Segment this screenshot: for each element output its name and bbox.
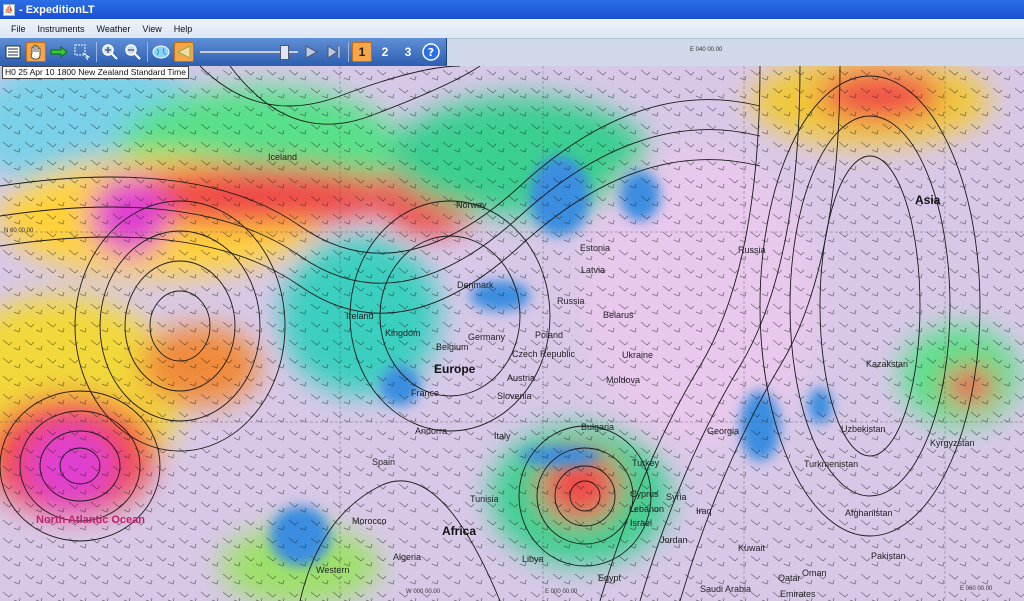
toolbar-separator xyxy=(96,42,97,62)
latitude-label: N 60 00.00 xyxy=(4,228,34,234)
weather-map[interactable] xyxy=(0,66,1024,601)
triangle-icon[interactable] xyxy=(174,42,194,62)
country-label: Morocco xyxy=(352,516,387,526)
country-label: Russia xyxy=(557,296,585,306)
window-title: - ExpeditionLT xyxy=(19,3,95,16)
country-label: Belarus xyxy=(603,310,634,320)
continent-label-africa: Africa xyxy=(442,524,477,538)
country-label: France xyxy=(411,388,440,398)
title-bar: ⛵ - ExpeditionLT xyxy=(0,0,1024,19)
toolbar: 1 2 3 ? xyxy=(0,38,447,67)
country-label: Bulgaria xyxy=(581,422,615,432)
slider-thumb[interactable] xyxy=(280,45,289,60)
country-label: Saudi Arabia xyxy=(700,584,752,594)
country-label: Denmark xyxy=(457,280,494,290)
menu-weather[interactable]: Weather xyxy=(91,24,137,34)
menu-help[interactable]: Help xyxy=(168,24,199,34)
globe-icon[interactable] xyxy=(151,42,171,62)
hand-icon[interactable] xyxy=(26,42,46,62)
longitude-label: E 000 00.00 xyxy=(545,589,578,595)
country-label: Czech Republic xyxy=(512,349,576,359)
arrow-icon[interactable] xyxy=(49,42,69,62)
menu-view[interactable]: View xyxy=(136,24,167,34)
country-label: Iraq xyxy=(696,506,712,516)
country-label: Jordan xyxy=(660,535,688,545)
country-label: Spain xyxy=(372,457,396,467)
zoom-out-icon[interactable] xyxy=(123,42,143,62)
country-label: Georgia xyxy=(707,426,740,436)
country-label: Italy xyxy=(494,431,511,441)
country-label: Qatar xyxy=(778,573,801,583)
menu-bar: File Instruments Weather View Help xyxy=(0,19,1024,39)
app-icon: ⛵ xyxy=(3,3,15,16)
toolbar-separator xyxy=(348,42,349,62)
country-label: Belgium xyxy=(436,342,469,352)
help-icon[interactable]: ? xyxy=(421,42,441,62)
svg-text:?: ? xyxy=(428,46,434,59)
longitude-label: W 000 00.00 xyxy=(406,589,441,595)
country-label: Latvia xyxy=(581,265,606,275)
country-label: Egypt xyxy=(598,573,622,583)
select-icon[interactable] xyxy=(72,42,92,62)
list-icon[interactable] xyxy=(3,42,23,62)
country-label: Iceland xyxy=(268,152,298,162)
country-label: Kuwait xyxy=(738,543,766,553)
continent-label-asia: Asia xyxy=(915,193,941,207)
wind-barbs xyxy=(0,66,1024,601)
country-label: Oman xyxy=(802,568,827,578)
view-2-button[interactable]: 2 xyxy=(375,42,395,62)
country-label: Andorra xyxy=(415,426,448,436)
country-label: Austria xyxy=(507,373,536,383)
longitude-label: E 060 00.00 xyxy=(960,586,993,592)
play-icon[interactable] xyxy=(301,42,321,62)
country-label: Israel xyxy=(630,518,653,528)
country-label: Ukraine xyxy=(622,350,654,360)
country-label: Poland xyxy=(535,330,564,340)
country-label: Ireland xyxy=(346,311,374,321)
continent-label-europe: Europe xyxy=(434,362,476,376)
country-label: Tunisia xyxy=(470,494,499,504)
view-3-button[interactable]: 3 xyxy=(398,42,418,62)
country-label: Algeria xyxy=(393,552,422,562)
country-label: Emirates xyxy=(780,589,816,599)
menu-file[interactable]: File xyxy=(0,24,32,34)
menu-instruments[interactable]: Instruments xyxy=(32,24,91,34)
country-label: Russia xyxy=(738,245,766,255)
time-slider[interactable] xyxy=(200,42,298,62)
view-1-button[interactable]: 1 xyxy=(352,42,372,62)
country-label: Slovenia xyxy=(497,391,532,401)
country-label: Norway xyxy=(456,200,487,210)
country-label: Libya xyxy=(522,554,544,564)
forecast-timestamp: H0 25 Apr 10 1800 New Zealand Standard T… xyxy=(2,66,189,79)
country-label: Turkmenistan xyxy=(804,459,859,469)
country-label: Germany xyxy=(468,332,506,342)
country-label: Afghanistan xyxy=(845,508,893,518)
country-label: Moldova xyxy=(606,375,641,385)
skip-end-icon[interactable] xyxy=(324,42,344,62)
country-label: Turkey xyxy=(632,458,660,468)
country-label: Kyrgyzstan xyxy=(930,438,975,448)
country-label: Lebanon xyxy=(629,504,665,514)
country-label: Estonia xyxy=(580,243,611,253)
ocean-label: North Atlantic Ocean xyxy=(36,514,145,526)
zoom-in-icon[interactable] xyxy=(100,42,120,62)
toolbar-separator xyxy=(147,42,148,62)
longitude-label: E 040 00.00 xyxy=(690,47,723,53)
country-label: Cyprus xyxy=(630,489,659,499)
country-label: Uzbekistan xyxy=(841,424,886,434)
country-label: Pakistan xyxy=(871,551,906,561)
country-label: Syria xyxy=(666,492,687,502)
country-label: Kingdom xyxy=(385,328,421,338)
country-label: Kazakstan xyxy=(866,359,909,369)
country-label: Western xyxy=(316,565,350,575)
